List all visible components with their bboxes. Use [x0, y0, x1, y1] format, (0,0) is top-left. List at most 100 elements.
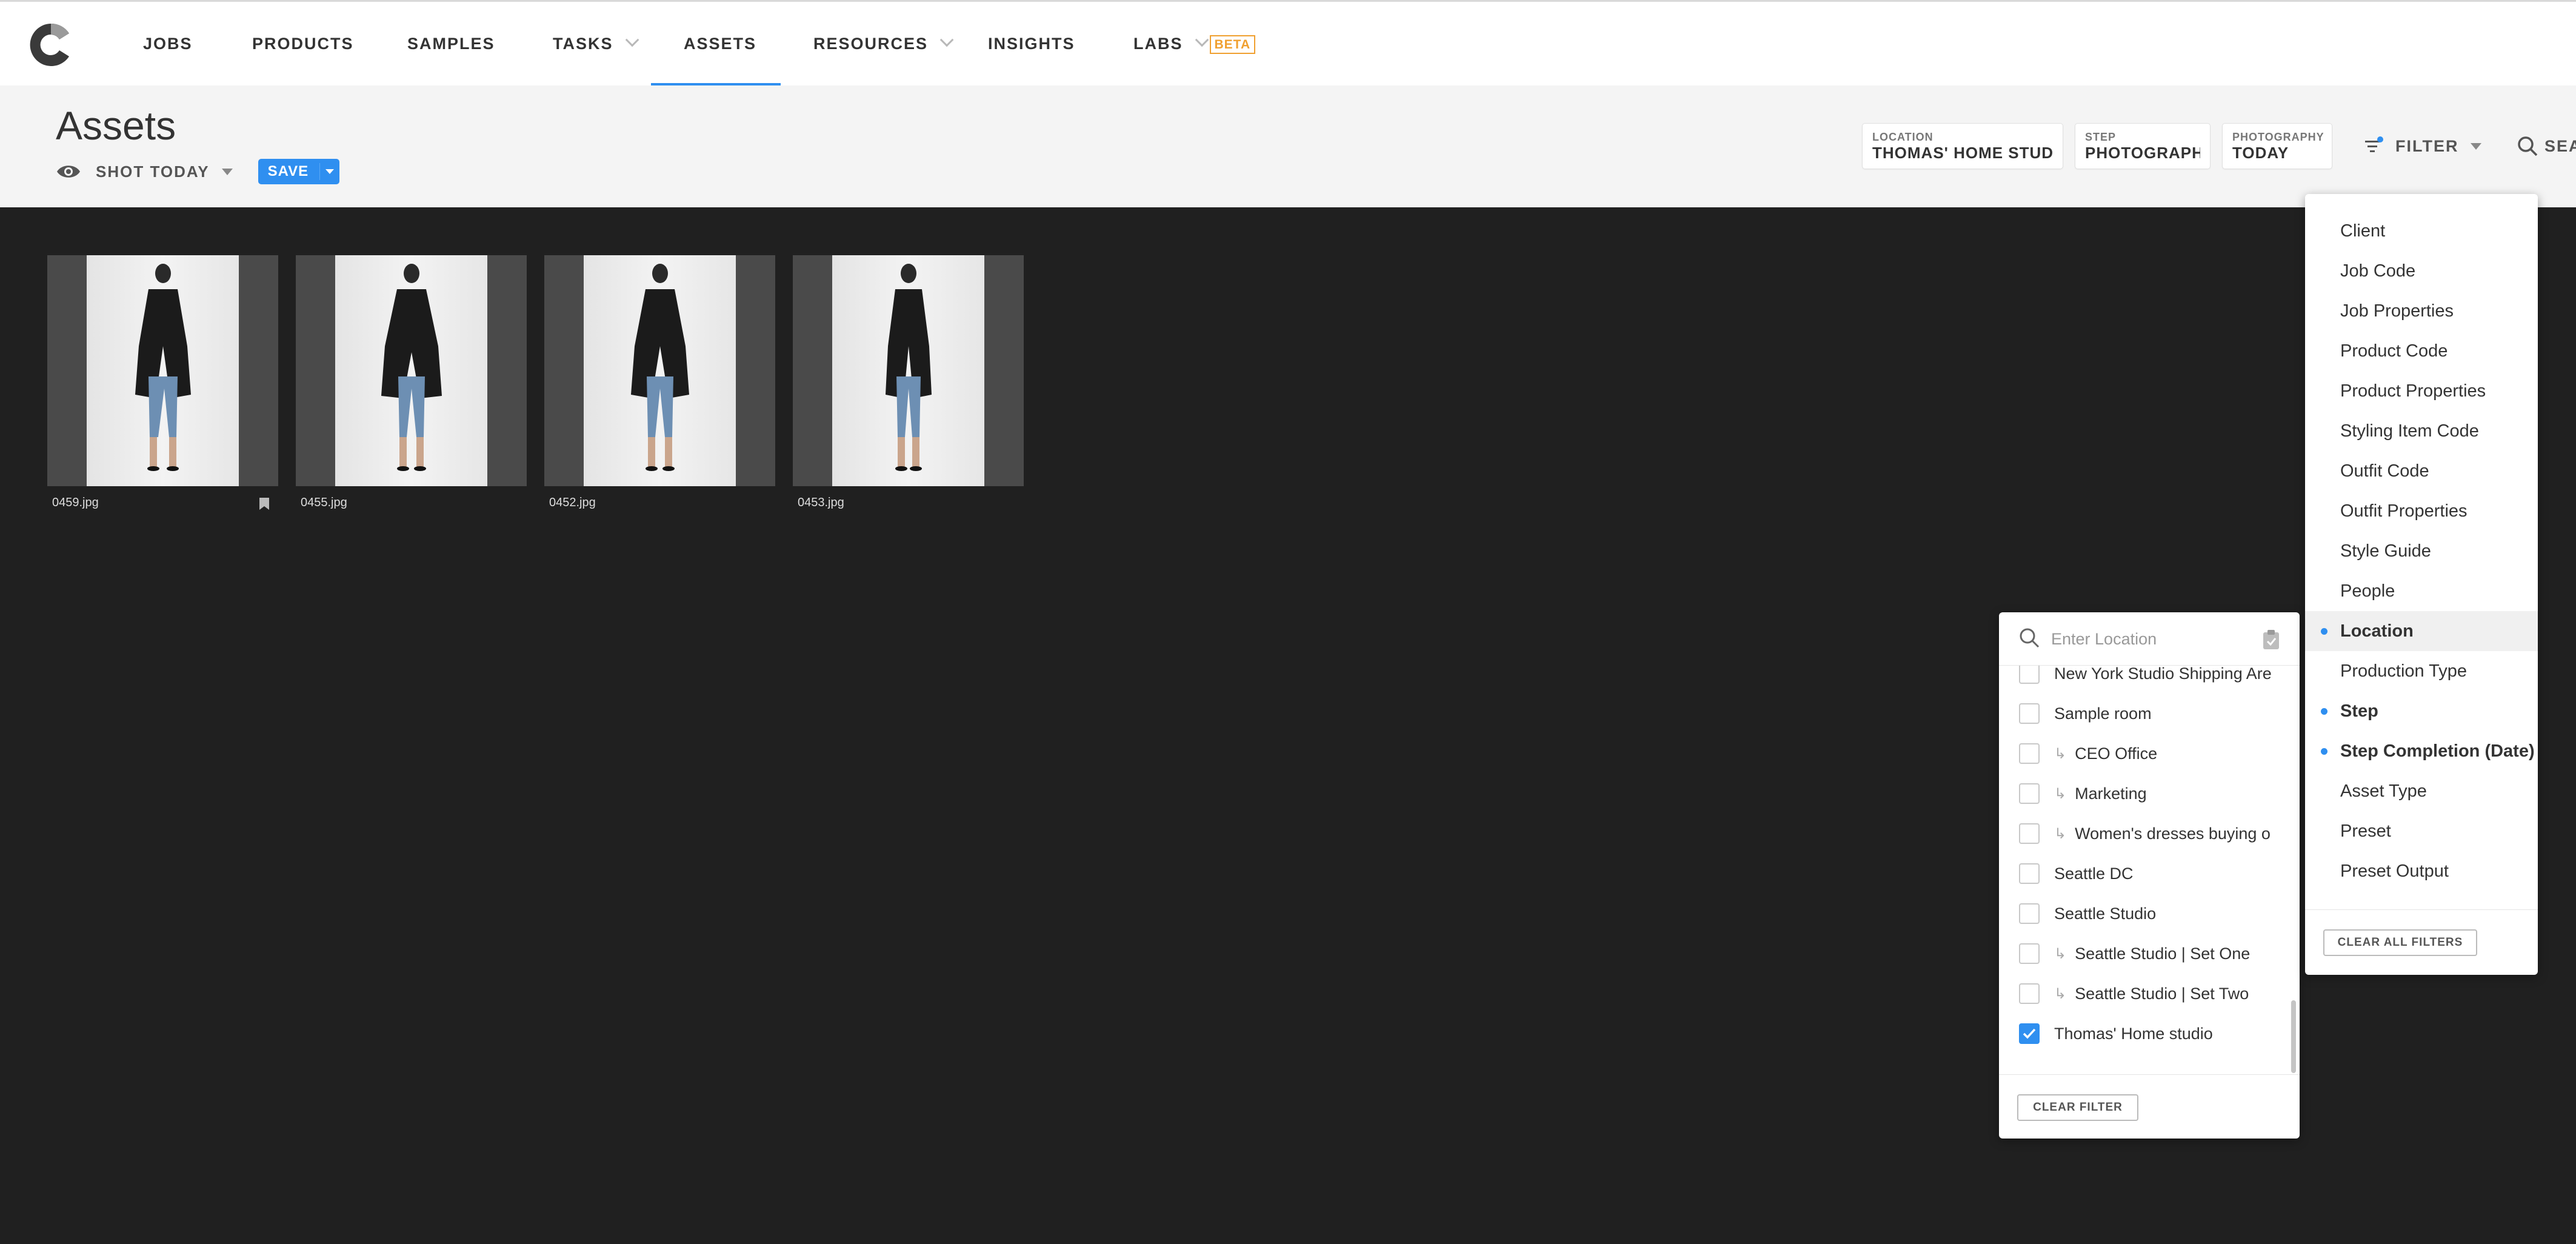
filter-icon	[2365, 136, 2383, 152]
asset-thumbnail[interactable]	[47, 255, 278, 486]
divider	[2305, 909, 2538, 910]
nav-label: INSIGHTS	[988, 35, 1075, 53]
filter-menu: Client Job Code Job Properties Product C…	[2305, 194, 2538, 975]
filter-menu-label: Styling Item Code	[2340, 421, 2479, 441]
nav-label: LABS	[1133, 35, 1183, 53]
scrollbar-thumb[interactable]	[2291, 1000, 2296, 1073]
filter-menu-item[interactable]: Job Code	[2305, 251, 2538, 291]
filter-menu-item[interactable]: Preset	[2305, 811, 2538, 851]
location-option[interactable]: ↳ Seattle Studio | Set One	[1999, 934, 2284, 974]
logo-icon[interactable]	[29, 21, 73, 69]
filter-menu-label: Preset Output	[2340, 861, 2449, 881]
location-option[interactable]: ↳ Marketing	[1999, 774, 2284, 814]
location-option[interactable]: Sample room	[1999, 694, 2284, 734]
nav-item-insights[interactable]: INSIGHTS	[988, 2, 1075, 87]
pill-key: LOCATION	[1872, 131, 1934, 143]
checkbox[interactable]	[2019, 666, 2040, 684]
filter-menu-item[interactable]: Styling Item Code	[2305, 411, 2538, 451]
chevron-down-icon	[939, 33, 954, 47]
nav-item-resources[interactable]: RESOURCES	[813, 2, 954, 87]
location-option[interactable]: Seattle Studio	[1999, 894, 2284, 934]
location-search	[1999, 612, 2300, 666]
clear-filter-button[interactable]: CLEAR FILTER	[2017, 1094, 2138, 1121]
filter-menu-item-active[interactable]: Step Completion (Date)	[2305, 731, 2538, 771]
filter-menu-item[interactable]: People	[2305, 571, 2538, 611]
asset-thumbnail[interactable]	[544, 255, 775, 486]
location-option[interactable]: Thomas' Home studio	[1999, 1014, 2284, 1054]
filter-menu-label: Outfit Properties	[2340, 501, 2468, 521]
save-button[interactable]: SAVE	[258, 159, 340, 184]
checkbox[interactable]	[2019, 703, 2040, 724]
nav-label: ASSETS	[684, 35, 757, 53]
clipboard-icon[interactable]	[2262, 629, 2280, 650]
checkbox-checked[interactable]	[2019, 1023, 2040, 1044]
saved-view-row: SHOT TODAY SAVE	[56, 157, 340, 186]
nav-item-jobs[interactable]: JOBS	[143, 2, 193, 87]
subitem-arrow-icon: ↳	[2054, 785, 2067, 802]
asset-thumbnail[interactable]	[793, 255, 1024, 486]
bookmark-icon[interactable]	[259, 497, 270, 510]
filter-pill-location[interactable]: LOCATION THOMAS' HOME STUDI...	[1862, 123, 2063, 169]
save-button-label: SAVE	[258, 163, 321, 180]
nav-item-samples[interactable]: SAMPLES	[407, 2, 495, 87]
filter-pill-step[interactable]: STEP PHOTOGRAPHY	[2075, 123, 2211, 169]
filter-menu-label: Asset Type	[2340, 781, 2427, 801]
location-option[interactable]: Seattle DC	[1999, 854, 2284, 894]
filter-menu-item[interactable]: Style Guide	[2305, 531, 2538, 571]
search-button[interactable]: SEA	[2517, 134, 2576, 158]
location-options-list[interactable]: New York Studio Shipping Are Sample room…	[1999, 666, 2300, 1078]
filter-menu-item[interactable]: Outfit Code	[2305, 451, 2538, 491]
model-image	[631, 264, 689, 471]
filter-pill-photography[interactable]: PHOTOGRAPHY TODAY	[2222, 123, 2332, 169]
filter-menu-item[interactable]: Job Properties	[2305, 291, 2538, 331]
checkbox[interactable]	[2019, 863, 2040, 884]
chevron-down-icon	[625, 33, 639, 47]
filter-menu-label: Product Code	[2340, 341, 2448, 361]
caret-down-icon[interactable]	[221, 168, 233, 175]
filter-menu-item[interactable]: Outfit Properties	[2305, 491, 2538, 531]
location-option[interactable]: ↳ Women's dresses buying o	[1999, 814, 2284, 854]
filter-menu-item[interactable]: Product Code	[2305, 331, 2538, 371]
filter-menu-label: Production Type	[2340, 661, 2468, 681]
caret-down-icon	[325, 169, 335, 174]
checkbox[interactable]	[2019, 823, 2040, 844]
filter-menu-item-active[interactable]: Location	[2305, 611, 2538, 651]
checkbox[interactable]	[2019, 903, 2040, 924]
page-title: Assets	[56, 103, 176, 148]
filter-menu-item[interactable]: Client	[2305, 211, 2538, 251]
nav-item-labs[interactable]: LABS BETA	[1133, 2, 1256, 87]
active-dot-icon	[2321, 748, 2327, 755]
checkbox[interactable]	[2019, 743, 2040, 764]
clear-all-filters-button[interactable]: CLEAR ALL FILTERS	[2323, 929, 2477, 956]
nav-item-assets[interactable]: ASSETS	[651, 2, 781, 87]
filter-button[interactable]: FILTER	[2364, 134, 2482, 158]
nav-item-tasks[interactable]: TASKS	[553, 2, 639, 87]
asset-filename: 0455.jpg	[301, 496, 347, 509]
checkbox[interactable]	[2019, 783, 2040, 804]
location-option[interactable]: New York Studio Shipping Are	[1999, 666, 2284, 694]
checkbox[interactable]	[2019, 943, 2040, 964]
location-option[interactable]: ↳ CEO Office	[1999, 734, 2284, 774]
filter-menu-item-active[interactable]: Step	[2305, 691, 2538, 731]
nav-label: RESOURCES	[813, 35, 929, 53]
filter-menu-item[interactable]: Product Properties	[2305, 371, 2538, 411]
save-dropdown-toggle[interactable]	[320, 169, 339, 174]
filter-menu-item[interactable]: Asset Type	[2305, 771, 2538, 811]
filter-menu-item[interactable]: Production Type	[2305, 651, 2538, 691]
location-search-input[interactable]	[2051, 626, 2245, 652]
model-image	[381, 264, 442, 471]
filter-menu-item[interactable]: Preset Output	[2305, 851, 2538, 891]
location-option[interactable]: ↳ Seattle Studio | Set Two	[1999, 974, 2284, 1014]
search-button-label: SEA	[2544, 136, 2576, 155]
option-label: Seattle Studio | Set Two	[2075, 984, 2249, 1003]
asset-filename: 0452.jpg	[549, 496, 596, 509]
checkbox[interactable]	[2019, 983, 2040, 1004]
asset-thumbnail[interactable]	[296, 255, 527, 486]
pill-value: PHOTOGRAPHY	[2085, 144, 2200, 162]
saved-view-selector[interactable]: SHOT TODAY	[96, 162, 210, 181]
option-label: New York Studio Shipping Are	[2054, 666, 2272, 683]
filter-menu-label: Step	[2340, 701, 2378, 721]
nav-item-products[interactable]: PRODUCTS	[252, 2, 354, 87]
option-label: Seattle Studio | Set One	[2075, 944, 2251, 963]
subitem-arrow-icon: ↳	[2054, 745, 2067, 762]
